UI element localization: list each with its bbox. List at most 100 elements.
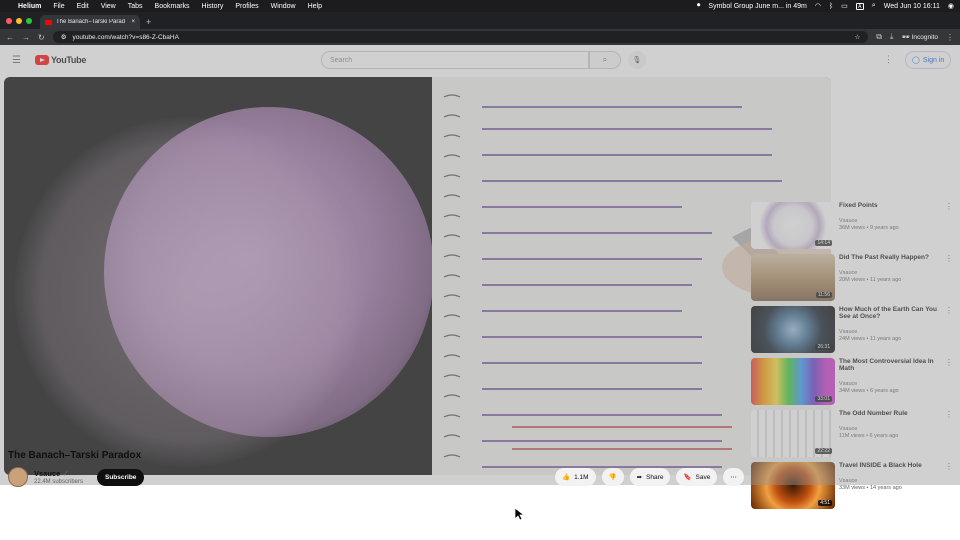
bluetooth-icon[interactable]: ᛒ (829, 3, 833, 10)
hamburger-menu-icon[interactable]: ☰ (12, 55, 21, 66)
site-info-icon[interactable]: ⚙ (61, 33, 67, 41)
more-actions-button[interactable]: ⋯ (723, 468, 744, 486)
menu-tabs[interactable]: Tabs (128, 3, 143, 10)
sign-in-button[interactable]: ◯ Sign in (905, 51, 952, 69)
recommendation-title[interactable]: The Most Controversial Idea In Math (839, 358, 943, 372)
subscribe-button[interactable]: Subscribe (97, 469, 145, 486)
search-input[interactable]: Search (321, 51, 589, 69)
reload-icon[interactable]: ↻ (38, 33, 45, 42)
more-options-icon[interactable]: ⋮ (945, 410, 953, 419)
search-icon: ⌕ (602, 55, 608, 64)
keyboard-input-icon[interactable]: A (855, 2, 864, 10)
macos-menubar: Helium File Edit View Tabs Bookmarks His… (0, 0, 960, 12)
recommendation-title[interactable]: Did The Past Really Happen? (839, 254, 943, 261)
youtube-play-icon (34, 55, 49, 65)
recommendation-meta: Vsauce 11M views • 6 years ago (839, 426, 899, 439)
recommendation-title[interactable]: The Odd Number Rule (839, 410, 943, 417)
recommendation-thumbnail[interactable]: 26:31 (751, 306, 835, 353)
maximize-window-button[interactable] (26, 18, 32, 24)
voice-search-button[interactable]: 🎙 (628, 51, 646, 69)
menu-history[interactable]: History (202, 3, 224, 10)
menu-window[interactable]: Window (271, 3, 296, 10)
recommendation-title[interactable]: Travel INSIDE a Black Hole (839, 462, 943, 469)
recommendation-title[interactable]: Fixed Points (839, 202, 943, 209)
new-tab-button[interactable]: + (146, 17, 151, 29)
channel-name[interactable]: Vsauce ✓ (34, 469, 69, 478)
calendar-event[interactable]: Symbol Group June m... in 49m (708, 3, 806, 10)
microphone-icon: 🎙 (632, 57, 642, 64)
settings-kebab-icon[interactable]: ⋮ (884, 54, 893, 65)
menu-bookmarks[interactable]: Bookmarks (155, 3, 190, 10)
menu-app-name[interactable]: Helium (18, 3, 41, 10)
minimize-window-button[interactable] (16, 18, 22, 24)
video-player[interactable] (4, 77, 831, 475)
recommendation-meta: Vsauce 20M views • 11 years ago (839, 270, 902, 283)
extensions-icon[interactable]: ⧉ (876, 32, 882, 42)
battery-icon[interactable]: ▭ (841, 2, 848, 10)
youtube-favicon-icon (45, 19, 52, 25)
control-center-icon[interactable]: ◉ (948, 2, 954, 10)
save-label: Save (695, 473, 711, 481)
menu-profiles[interactable]: Profiles (235, 3, 258, 10)
recommendation-thumbnail[interactable]: 14:14 (751, 202, 835, 249)
recommendation-title[interactable]: How Much of the Earth Can You See at Onc… (839, 306, 943, 320)
wifi-icon[interactable]: ◠ (815, 2, 821, 10)
share-label: Share (646, 473, 664, 481)
youtube-page: ☰ YouTube Search ⌕ 🎙 ⋮ ◯ Sign in 14:14 F… (0, 45, 960, 540)
menu-file[interactable]: File (53, 3, 64, 10)
share-button[interactable]: ➦ Share (629, 468, 671, 486)
recommendation-item[interactable]: 4:51 Travel INSIDE a Black Hole Vsauce 33… (751, 460, 956, 512)
recommendation-thumbnail[interactable]: 33:01 (751, 358, 835, 405)
video-title: The Banach–Tarski Paradox (8, 450, 142, 461)
back-icon[interactable]: ← (6, 33, 14, 42)
menu-view[interactable]: View (101, 3, 116, 10)
video-duration: 22:22 (815, 448, 832, 454)
clock[interactable]: Wed Jun 10 16:11 (884, 3, 940, 10)
bookmark-icon: 🔖 (683, 474, 692, 481)
recommendation-item[interactable]: 22:22 The Odd Number Rule Vsauce 11M view… (751, 408, 956, 460)
video-frame-sphere-ghost (14, 117, 364, 467)
video-duration: 4:51 (818, 500, 832, 506)
recommendation-item[interactable]: 33:01 The Most Controversial Idea In Mat… (751, 356, 956, 408)
recommendation-meta: Vsauce 36M views • 9 years ago (839, 218, 899, 231)
menu-help[interactable]: Help (308, 3, 322, 10)
browser-tab[interactable]: The Banach–Tarski Parad × (40, 15, 140, 29)
more-options-icon[interactable]: ⋮ (945, 358, 953, 367)
youtube-logo[interactable]: YouTube (34, 55, 87, 65)
recommendation-item[interactable]: 26:31 How Much of the Earth Can You See … (751, 304, 956, 356)
more-options-icon[interactable]: ⋮ (945, 254, 953, 263)
browser-menu-icon[interactable]: ⋮ (946, 33, 954, 42)
record-icon[interactable]: ⏺ (697, 2, 701, 10)
recommendation-item[interactable]: 14:14 Fixed Points Vsauce 36M views • 9 y… (751, 200, 956, 252)
video-duration: 11:56 (815, 292, 832, 298)
menu-edit[interactable]: Edit (77, 3, 89, 10)
recommendation-thumbnail[interactable]: 11:56 (751, 254, 835, 301)
recommendation-thumbnail[interactable]: 22:22 (751, 410, 835, 457)
recommendation-thumbnail[interactable]: 4:51 (751, 462, 835, 509)
thumbs-up-icon: 👍 (562, 474, 571, 481)
youtube-wordmark: YouTube (50, 55, 87, 65)
dislike-button[interactable]: 👎 (601, 468, 624, 486)
close-tab-icon[interactable]: × (131, 19, 135, 25)
tab-title: The Banach–Tarski Parad (56, 19, 126, 25)
verified-icon: ✓ (62, 469, 69, 478)
save-button[interactable]: 🔖 Save (676, 468, 718, 486)
url-text[interactable]: youtube.com/watch?v=s86-Z-CbaHA (73, 34, 849, 41)
like-button[interactable]: 👍 1.1M (555, 468, 596, 486)
close-window-button[interactable] (6, 18, 12, 24)
recommendation-item[interactable]: 11:56 Did The Past Really Happen? Vsauce… (751, 252, 956, 304)
recommendations-list: 14:14 Fixed Points Vsauce 36M views • 9 y… (751, 200, 956, 512)
more-options-icon[interactable]: ⋮ (945, 462, 953, 471)
bookmark-star-icon[interactable]: ☆ (854, 33, 860, 41)
search-button[interactable]: ⌕ (589, 51, 621, 69)
more-options-icon[interactable]: ⋮ (945, 306, 953, 315)
search-icon[interactable]: ⌕ (872, 2, 876, 10)
video-duration: 14:14 (815, 240, 832, 246)
download-icon[interactable]: ⤓ (890, 32, 894, 42)
forward-icon[interactable]: → (22, 33, 30, 42)
incognito-indicator[interactable]: 🕶 Incognito (902, 33, 938, 41)
address-bar[interactable]: ⚙ youtube.com/watch?v=s86-Z-CbaHA ☆ (52, 31, 869, 43)
more-options-icon[interactable]: ⋮ (945, 202, 953, 211)
recommendation-meta: Vsauce 33M views • 14 years ago (839, 478, 902, 491)
channel-avatar[interactable] (8, 467, 28, 487)
